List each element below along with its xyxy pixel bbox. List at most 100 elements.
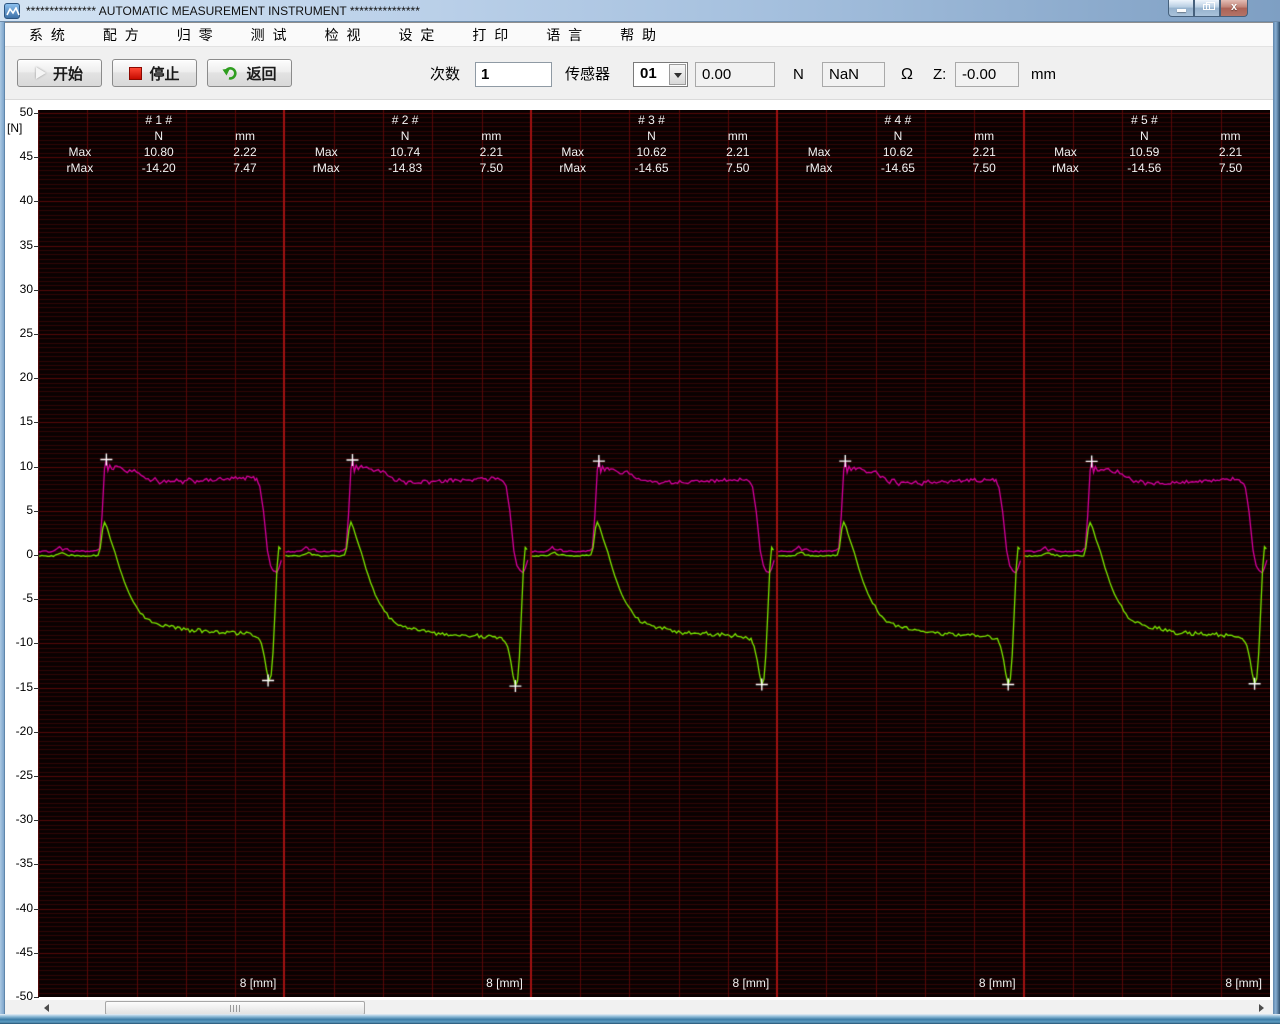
count-label: 次数 [430, 62, 460, 87]
y-tick-mark [34, 732, 39, 733]
menu-language[interactable]: 语 言 [534, 25, 596, 45]
count-input[interactable] [475, 62, 552, 87]
window-controls: x [1168, 0, 1248, 17]
panel-header: # 5 # Nmm Max10.592.21 rMax-14.567.50 [1024, 112, 1270, 178]
y-tick-mark [34, 378, 39, 379]
menu-system[interactable]: 系 统 [17, 25, 79, 45]
max-mm-value: 2.21 [1194, 144, 1268, 160]
panel-title: # 3 # [612, 112, 691, 128]
y-tick-label: 0 [5, 547, 33, 562]
chart-region: 50454035302520151050-5-10-15-20-25-30-35… [5, 100, 1273, 1000]
x-axis-label: 8 [mm] [936, 976, 1016, 991]
y-tick-mark [34, 334, 39, 335]
menu-view[interactable]: 检 视 [313, 25, 375, 45]
sensor-select[interactable]: 01 [633, 62, 688, 87]
max-n-value: 10.59 [1105, 144, 1184, 160]
x-axis-label: 8 [mm] [196, 976, 276, 991]
back-button-label: 返回 [246, 63, 276, 84]
resistance-unit-label: Ω [901, 62, 913, 87]
max-n-value: 10.62 [858, 144, 937, 160]
menu-help[interactable]: 帮 助 [608, 25, 670, 45]
close-icon: x [1221, 1, 1247, 13]
y-tick-mark [34, 997, 39, 998]
arrow-right-icon [1259, 1004, 1264, 1012]
restore-icon [1203, 4, 1210, 10]
panel-header: # 2 # Nmm Max10.742.21 rMax-14.837.50 [284, 112, 530, 178]
rmax-mm-value: 7.50 [947, 160, 1021, 176]
panel-header: # 1 # Nmm Max10.802.22 rMax-14.207.47 [38, 112, 284, 178]
panel-unit-n: N [119, 128, 198, 144]
minimize-icon [1177, 9, 1186, 12]
rmax-n-value: -14.65 [612, 160, 691, 176]
menu-zero[interactable]: 归 零 [165, 25, 227, 45]
return-arrow-icon [222, 65, 239, 81]
sensor-label: 传感器 [565, 62, 610, 87]
y-tick-label: 15 [5, 414, 33, 429]
max-n-value: 10.62 [612, 144, 691, 160]
force-readout: 0.00 [695, 62, 775, 87]
panel-title: # 4 # [858, 112, 937, 128]
menu-recipe[interactable]: 配 方 [91, 25, 153, 45]
window-frame-bottom [0, 1014, 1280, 1024]
panel-unit-mm: mm [947, 128, 1021, 144]
start-button-label: 开始 [53, 63, 83, 84]
panel-unit-mm: mm [701, 128, 775, 144]
z-label: Z: [933, 62, 946, 87]
max-mm-value: 2.21 [454, 144, 528, 160]
menu-print[interactable]: 打 印 [460, 25, 522, 45]
sensor-selected-value: 01 [640, 65, 657, 82]
back-button[interactable]: 返回 [207, 59, 292, 87]
title-bar[interactable]: *************** AUTOMATIC MEASUREMENT IN… [0, 0, 1280, 22]
close-button[interactable]: x [1220, 0, 1248, 17]
rmax-mm-value: 7.50 [454, 160, 528, 176]
restore-button[interactable] [1194, 0, 1220, 17]
y-tick-mark [34, 688, 39, 689]
rmax-mm-value: 7.50 [701, 160, 775, 176]
x-axis-label: 8 [mm] [443, 976, 523, 991]
y-tick-mark [34, 290, 39, 291]
measurement-plot[interactable] [38, 110, 1270, 997]
sensor-dropdown-button[interactable] [669, 64, 686, 85]
max-mm-value: 2.21 [701, 144, 775, 160]
application-window: { "window": { "title": "*************** … [0, 0, 1280, 1024]
stop-button[interactable]: 停止 [112, 59, 197, 87]
y-tick-label: -20 [5, 724, 33, 739]
y-tick-mark [34, 909, 39, 910]
window-frame-right [1273, 22, 1280, 1016]
rmax-mm-value: 7.50 [1194, 160, 1268, 176]
y-tick-label: -30 [5, 812, 33, 827]
arrow-left-icon [44, 1004, 49, 1012]
max-n-value: 10.80 [119, 144, 198, 160]
panel-title: # 5 # [1105, 112, 1184, 128]
y-tick-mark [34, 467, 39, 468]
menu-test[interactable]: 测 试 [239, 25, 301, 45]
y-tick-mark [34, 820, 39, 821]
chevron-down-icon [674, 73, 682, 78]
y-tick-mark [34, 246, 39, 247]
y-tick-label: 10 [5, 459, 33, 474]
y-tick-mark [34, 864, 39, 865]
y-tick-mark [34, 599, 39, 600]
start-button[interactable]: 开始 [17, 59, 102, 87]
app-icon [4, 3, 20, 19]
y-tick-mark [34, 555, 39, 556]
z-readout: -0.00 [955, 62, 1019, 87]
menu-bar: 系 统 配 方 归 零 测 试 检 视 设 定 打 印 语 言 帮 助 [5, 22, 1273, 47]
stop-icon [129, 67, 142, 80]
y-tick-label: 45 [5, 149, 33, 164]
y-tick-label: 50 [5, 105, 33, 120]
panel-title: # 2 # [366, 112, 445, 128]
minimize-button[interactable] [1168, 0, 1194, 17]
max-label: Max [782, 144, 856, 160]
force-unit-label: N [793, 62, 804, 87]
y-tick-label: -35 [5, 856, 33, 871]
x-axis-label: 8 [mm] [1182, 976, 1262, 991]
max-mm-value: 2.22 [208, 144, 282, 160]
rmax-label: rMax [289, 160, 363, 176]
scrollbar-thumb[interactable] [105, 1001, 365, 1015]
y-tick-mark [34, 953, 39, 954]
resistance-readout: NaN [822, 62, 885, 87]
menu-settings[interactable]: 设 定 [386, 25, 448, 45]
x-axis-label: 8 [mm] [689, 976, 769, 991]
rmax-label: rMax [536, 160, 610, 176]
